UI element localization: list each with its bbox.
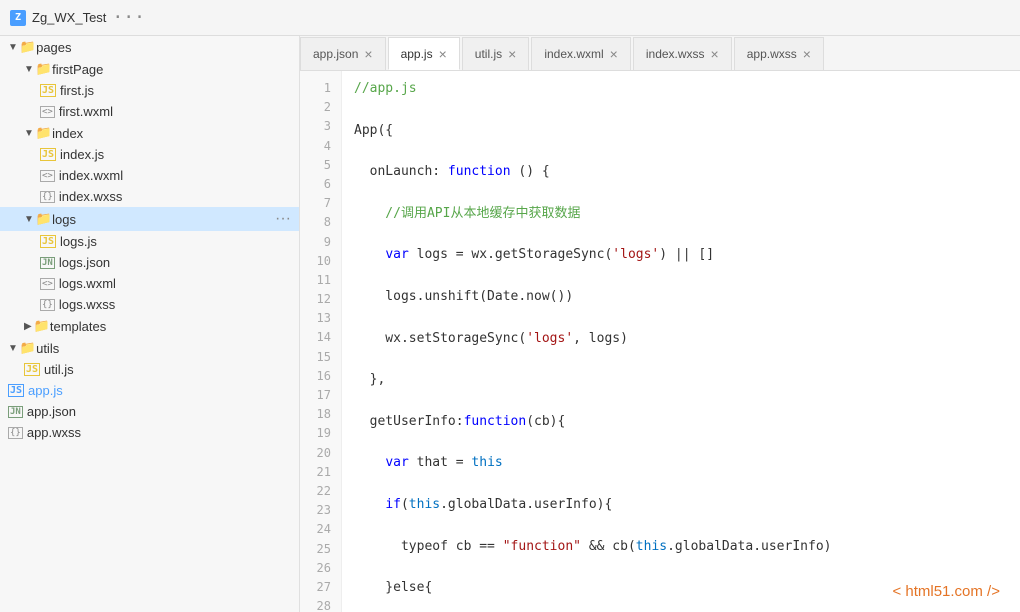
- sidebar: ▼ 📁 pages ▼ 📁 firstPage JS first.js <> f…: [0, 36, 300, 612]
- app-title: Zg_WX_Test: [32, 10, 106, 25]
- editor-area: app.json × app.js × util.js × index.wxml…: [300, 36, 1020, 612]
- sidebar-label-logs: logs: [52, 212, 76, 227]
- sidebar-item-utils[interactable]: ▼ 📁 utils: [0, 337, 299, 359]
- sidebar-label-index-wxml: index.wxml: [59, 168, 123, 183]
- folder-arrow-firstPage: ▼: [24, 64, 34, 75]
- tab-index-wxss[interactable]: index.wxss ×: [633, 37, 732, 70]
- file-icon-index-js: JS: [40, 148, 56, 161]
- folder-icon-templates: 📁: [34, 318, 50, 334]
- tab-close-util-js[interactable]: ×: [508, 47, 516, 61]
- sidebar-item-logs-js[interactable]: JS logs.js: [0, 231, 299, 252]
- sidebar-item-first-wxml[interactable]: <> first.wxml: [0, 101, 299, 122]
- file-icon-logs-js: JS: [40, 235, 56, 248]
- menu-dots[interactable]: ···: [112, 7, 145, 28]
- folder-arrow-logs: ▼: [24, 214, 34, 225]
- sidebar-item-app-json[interactable]: JN app.json: [0, 401, 299, 422]
- sidebar-label-app-json: app.json: [27, 404, 76, 419]
- tab-label-index-wxml: index.wxml: [544, 47, 603, 61]
- sidebar-label-index-wxss: index.wxss: [59, 189, 123, 204]
- title-bar: Z Zg_WX_Test ···: [0, 0, 1020, 36]
- watermark: < html51.com />: [892, 583, 1000, 600]
- tab-label-app-js: app.js: [401, 47, 433, 61]
- logs-menu-dots[interactable]: ···: [275, 210, 291, 228]
- sidebar-label-util-js: util.js: [44, 362, 74, 377]
- sidebar-item-templates[interactable]: ▶ 📁 templates: [0, 315, 299, 337]
- folder-icon-logs: 📁: [36, 211, 52, 227]
- file-icon-app-wxss: {}: [8, 427, 23, 439]
- tab-app-json[interactable]: app.json ×: [300, 37, 386, 70]
- file-icon-index-wxss: {}: [40, 191, 55, 203]
- sidebar-label-logs-wxml: logs.wxml: [59, 276, 116, 291]
- sidebar-item-index[interactable]: ▼ 📁 index: [0, 122, 299, 144]
- code-content[interactable]: //app.js App({ onLaunch: function () { /…: [342, 71, 1020, 612]
- tabs-bar: app.json × app.js × util.js × index.wxml…: [300, 36, 1020, 71]
- sidebar-label-utils: utils: [36, 341, 59, 356]
- sidebar-item-index-js[interactable]: JS index.js: [0, 144, 299, 165]
- sidebar-label-app-wxss: app.wxss: [27, 425, 81, 440]
- file-icon-util-js: JS: [24, 363, 40, 376]
- sidebar-label-first-wxml: first.wxml: [59, 104, 113, 119]
- tab-label-index-wxss: index.wxss: [646, 47, 705, 61]
- file-icon-first-js: JS: [40, 84, 56, 97]
- sidebar-label-firstPage: firstPage: [52, 62, 103, 77]
- sidebar-label-index: index: [52, 126, 83, 141]
- tab-util-js[interactable]: util.js ×: [462, 37, 530, 70]
- main-container: ▼ 📁 pages ▼ 📁 firstPage JS first.js <> f…: [0, 36, 1020, 612]
- tab-close-app-js[interactable]: ×: [439, 47, 447, 61]
- file-icon-index-wxml: <>: [40, 170, 55, 182]
- sidebar-label-logs-js: logs.js: [60, 234, 97, 249]
- tab-close-app-json[interactable]: ×: [364, 47, 372, 61]
- file-icon-logs-wxss: {}: [40, 299, 55, 311]
- folder-arrow-templates: ▶: [24, 321, 32, 332]
- file-icon-first-wxml: <>: [40, 106, 55, 118]
- tab-close-index-wxml[interactable]: ×: [610, 47, 618, 61]
- sidebar-label-first-js: first.js: [60, 83, 94, 98]
- sidebar-item-logs-json[interactable]: JN logs.json: [0, 252, 299, 273]
- sidebar-label-logs-wxss: logs.wxss: [59, 297, 115, 312]
- sidebar-item-index-wxss[interactable]: {} index.wxss: [0, 186, 299, 207]
- tab-close-app-wxss[interactable]: ×: [803, 47, 811, 61]
- sidebar-label-templates: templates: [50, 319, 106, 334]
- line-numbers: 12345 678910 1112131415 1617181920 21222…: [300, 71, 342, 612]
- folder-icon-index: 📁: [36, 125, 52, 141]
- file-icon-app-js: JS: [8, 384, 24, 397]
- sidebar-item-util-js[interactable]: JS util.js: [0, 359, 299, 380]
- tab-label-util-js: util.js: [475, 47, 502, 61]
- sidebar-label-index-js: index.js: [60, 147, 104, 162]
- tab-index-wxml[interactable]: index.wxml ×: [531, 37, 631, 70]
- folder-icon-utils: 📁: [20, 340, 36, 356]
- folder-icon-firstPage: 📁: [36, 61, 52, 77]
- tab-app-js[interactable]: app.js ×: [388, 37, 460, 70]
- tab-app-wxss[interactable]: app.wxss ×: [734, 37, 824, 70]
- sidebar-item-logs-wxml[interactable]: <> logs.wxml: [0, 273, 299, 294]
- tab-label-app-json: app.json: [313, 47, 358, 61]
- sidebar-item-pages[interactable]: ▼ 📁 pages: [0, 36, 299, 58]
- sidebar-item-firstPage[interactable]: ▼ 📁 firstPage: [0, 58, 299, 80]
- folder-icon-pages: 📁: [20, 39, 36, 55]
- sidebar-label-logs-json: logs.json: [59, 255, 110, 270]
- sidebar-item-index-wxml[interactable]: <> index.wxml: [0, 165, 299, 186]
- file-icon-app-json: JN: [8, 406, 23, 418]
- folder-arrow-utils: ▼: [8, 343, 18, 354]
- sidebar-label-pages: pages: [36, 40, 71, 55]
- folder-arrow-index: ▼: [24, 128, 34, 139]
- file-icon-logs-json: JN: [40, 257, 55, 269]
- sidebar-item-first-js[interactable]: JS first.js: [0, 80, 299, 101]
- sidebar-item-app-wxss[interactable]: {} app.wxss: [0, 422, 299, 443]
- sidebar-item-app-js[interactable]: JS app.js: [0, 380, 299, 401]
- code-editor[interactable]: 12345 678910 1112131415 1617181920 21222…: [300, 71, 1020, 612]
- tab-label-app-wxss: app.wxss: [747, 47, 797, 61]
- app-icon: Z: [10, 10, 26, 26]
- file-icon-logs-wxml: <>: [40, 278, 55, 290]
- folder-arrow-pages: ▼: [8, 42, 18, 53]
- sidebar-item-logs[interactable]: ▼ 📁 logs ···: [0, 207, 299, 231]
- sidebar-item-logs-wxss[interactable]: {} logs.wxss: [0, 294, 299, 315]
- tab-close-index-wxss[interactable]: ×: [711, 47, 719, 61]
- sidebar-label-app-js: app.js: [28, 383, 63, 398]
